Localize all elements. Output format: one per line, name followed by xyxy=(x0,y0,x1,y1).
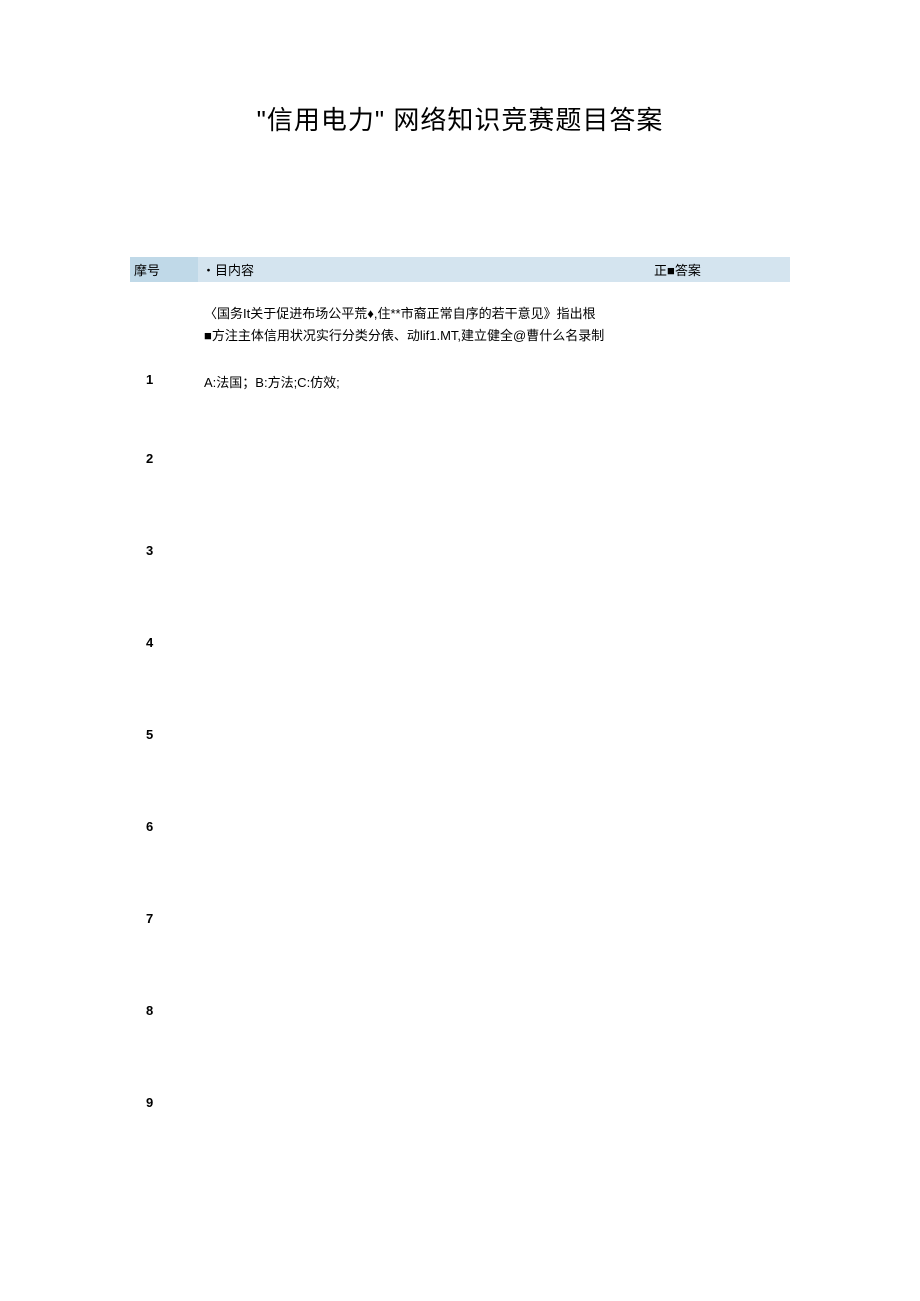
document-page: "信用电力" 网络知识竞赛题目答案 摩号 ・目内容 正■答案 1 〈国务It关于… xyxy=(0,0,920,1189)
table-row: 2 xyxy=(130,413,790,505)
header-content: ・目内容 xyxy=(198,257,650,282)
seq-cell: 7 xyxy=(130,911,198,926)
table-row: 4 xyxy=(130,597,790,689)
content-cell xyxy=(198,807,650,847)
page-title: "信用电力" 网络知识竞赛题目答案 xyxy=(130,100,790,137)
table-row: 6 xyxy=(130,781,790,873)
seq-cell: 8 xyxy=(130,1003,198,1018)
content-cell xyxy=(198,623,650,663)
content-cell xyxy=(198,991,650,1031)
content-cell: 〈国务It关于促进布场公平荒♦,住**市裔正常自序的若干意见》指出根 ■方注主体… xyxy=(198,282,650,413)
table-row: 3 xyxy=(130,505,790,597)
content-cell xyxy=(198,715,650,755)
content-cell xyxy=(198,531,650,571)
seq-cell: 6 xyxy=(130,819,198,834)
content-cell xyxy=(198,899,650,939)
table-row: 1 〈国务It关于促进布场公平荒♦,住**市裔正常自序的若干意见》指出根 ■方注… xyxy=(130,282,790,413)
table-row: 7 xyxy=(130,873,790,965)
content-line: ■方注主体信用状况实行分类分俵、动lif1.MT,建立健全@曹什么名录制 xyxy=(204,326,620,346)
header-seq: 摩号 xyxy=(130,257,198,282)
table-row: 9 xyxy=(130,1057,790,1149)
seq-cell: 5 xyxy=(130,727,198,742)
seq-cell: 1 xyxy=(130,282,198,387)
seq-cell: 2 xyxy=(130,451,198,466)
table-row: 5 xyxy=(130,689,790,781)
header-answer: 正■答案 xyxy=(650,257,790,282)
content-cell xyxy=(198,1083,650,1123)
table-header-row: 摩号 ・目内容 正■答案 xyxy=(130,257,790,282)
seq-cell: 4 xyxy=(130,635,198,650)
table-row: 8 xyxy=(130,965,790,1057)
content-line: 〈国务It关于促进布场公平荒♦,住**市裔正常自序的若干意见》指出根 xyxy=(204,304,620,324)
seq-cell: 3 xyxy=(130,543,198,558)
seq-cell: 9 xyxy=(130,1095,198,1110)
content-cell xyxy=(198,439,650,479)
content-line: A:法国；B:方法;C:仿效; xyxy=(204,373,620,393)
answer-table: 摩号 ・目内容 正■答案 1 〈国务It关于促进布场公平荒♦,住**市裔正常自序… xyxy=(130,257,790,1149)
